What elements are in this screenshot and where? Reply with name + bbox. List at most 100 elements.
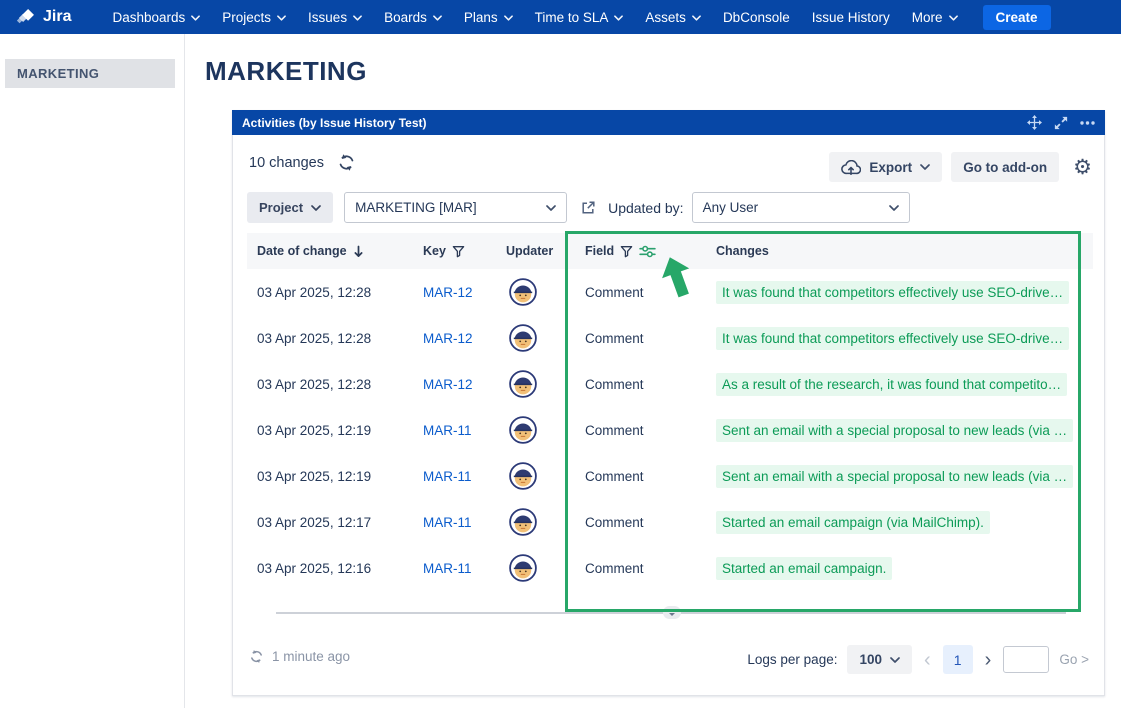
column-header-field[interactable]: Field [585, 233, 656, 269]
page-title: MARKETING [205, 56, 367, 87]
change-value-chip: Sent an email with a special proposal to… [716, 465, 1073, 488]
user-avatar[interactable] [509, 370, 537, 398]
project-select[interactable]: MARKETING [MAR] [344, 192, 567, 223]
nav-item-label: Boards [384, 10, 427, 25]
nav-item-issues[interactable]: Issues [297, 0, 373, 34]
sidebar-item-marketing[interactable]: MARKETING [5, 59, 175, 88]
open-project-external-link-icon[interactable] [580, 200, 596, 216]
table-row: 03 Apr 2025, 12:19 MAR-11 Comment [247, 453, 1093, 499]
jira-logo[interactable]: Jira [10, 7, 77, 27]
sort-descending-icon[interactable] [353, 245, 364, 258]
top-navigation: Jira Dashboards Projects Issues Boards P… [0, 0, 1121, 34]
user-avatar[interactable] [509, 278, 537, 306]
current-page-button[interactable]: 1 [943, 645, 973, 674]
chevron-down-icon [692, 15, 701, 21]
nav-item-boards[interactable]: Boards [373, 0, 453, 34]
issue-key-link[interactable]: MAR-12 [423, 269, 473, 315]
updated-by-value: Any User [703, 200, 759, 215]
user-avatar[interactable] [509, 416, 537, 444]
export-button[interactable]: Export [829, 152, 942, 182]
change-value-chip: As a result of the research, it was foun… [716, 373, 1067, 396]
cell-date: 03 Apr 2025, 12:19 [257, 453, 371, 499]
cell-changes: Started an email campaign (via MailChimp… [716, 499, 990, 545]
nav-item-more[interactable]: More [901, 0, 969, 34]
gadget-menu-icon[interactable] [1080, 121, 1095, 125]
nav-item-dbconsole[interactable]: DbConsole [712, 0, 801, 34]
nav-item-projects[interactable]: Projects [211, 0, 297, 34]
refresh-icon[interactable] [249, 649, 264, 664]
scope-selector-button[interactable]: Project [247, 192, 333, 223]
previous-page-icon[interactable]: ‹ [922, 650, 933, 670]
scope-label: Project [259, 200, 303, 215]
column-header-updater[interactable]: Updater [506, 233, 553, 269]
table-row: 03 Apr 2025, 12:17 MAR-11 Comment [247, 499, 1093, 545]
gadget-header-icons [1027, 115, 1095, 130]
goto-page-button[interactable]: Go > [1059, 652, 1089, 667]
gadget-title: Activities (by Issue History Test) [242, 116, 427, 130]
table-row: 03 Apr 2025, 12:19 MAR-11 Comment [247, 407, 1093, 453]
move-gadget-icon[interactable] [1027, 115, 1042, 130]
field-settings-sliders-icon[interactable] [639, 245, 656, 258]
updated-by-label: Updated by: [608, 200, 684, 216]
user-avatar[interactable] [509, 554, 537, 582]
issue-key-link[interactable]: MAR-12 [423, 361, 473, 407]
chevron-down-icon [277, 15, 286, 21]
user-avatar[interactable] [509, 462, 537, 490]
chevron-down-icon [890, 657, 900, 663]
table-row: 03 Apr 2025, 12:28 MAR-12 Comment [247, 361, 1093, 407]
table-resize-handle[interactable] [663, 606, 681, 619]
user-avatar[interactable] [509, 508, 537, 536]
cell-field: Comment [585, 407, 644, 453]
chevron-down-icon [433, 15, 442, 21]
table-row: 03 Apr 2025, 12:28 MAR-12 Comment [247, 269, 1093, 315]
nav-item-label: Issues [308, 10, 347, 25]
refresh-icon[interactable] [337, 153, 356, 172]
resize-down-icon [669, 613, 675, 616]
nav-item-assets[interactable]: Assets [634, 0, 712, 34]
jira-mark-icon [16, 7, 36, 27]
issue-key-link[interactable]: MAR-12 [423, 315, 473, 361]
chevron-down-icon [920, 164, 930, 170]
column-header-label: Date of change [257, 244, 347, 258]
toolbar-right: Export Go to add-on ⚙ [829, 152, 1092, 182]
user-avatar[interactable] [509, 324, 537, 352]
updated-by-select[interactable]: Any User [692, 192, 910, 223]
column-header-date[interactable]: Date of change [257, 233, 364, 269]
gear-icon[interactable]: ⚙ [1073, 157, 1092, 178]
nav-item-time-to-sla[interactable]: Time to SLA [524, 0, 635, 34]
nav-item-dashboards[interactable]: Dashboards [101, 0, 211, 34]
next-page-icon[interactable]: › [983, 650, 994, 670]
column-header-label: Updater [506, 244, 553, 258]
change-value-chip: It was found that competitors effectivel… [716, 327, 1069, 350]
table-row: 03 Apr 2025, 12:16 MAR-11 Comment [247, 545, 1093, 591]
create-button[interactable]: Create [983, 5, 1051, 30]
cell-updater [509, 545, 537, 591]
issue-key-link[interactable]: MAR-11 [423, 407, 472, 453]
column-header-key[interactable]: Key [423, 233, 465, 269]
resize-up-icon [669, 609, 675, 612]
cell-date: 03 Apr 2025, 12:28 [257, 361, 371, 407]
nav-item-issue-history[interactable]: Issue History [801, 0, 901, 34]
nav-item-plans[interactable]: Plans [453, 0, 524, 34]
filter-icon[interactable] [620, 245, 633, 258]
cell-field: Comment [585, 499, 644, 545]
sidebar-item-label: MARKETING [17, 66, 99, 81]
expand-gadget-icon[interactable] [1054, 116, 1068, 130]
cell-changes: It was found that competitors effectivel… [716, 315, 1069, 361]
column-header-label: Field [585, 244, 614, 258]
cell-field: Comment [585, 315, 644, 361]
change-value-chip: Sent an email with a special proposal to… [716, 419, 1073, 442]
logs-per-page-select[interactable]: 100 [847, 645, 912, 674]
gadget-header[interactable]: Activities (by Issue History Test) [232, 110, 1105, 135]
filter-icon[interactable] [452, 245, 465, 258]
logs-per-page-label: Logs per page: [747, 652, 837, 667]
issue-key-link[interactable]: MAR-11 [423, 453, 472, 499]
issue-key-link[interactable]: MAR-11 [423, 545, 472, 591]
cell-updater [509, 361, 537, 407]
chevron-down-icon [311, 205, 321, 211]
goto-page-input[interactable] [1003, 646, 1049, 673]
main-content: MARKETING Activities (by Issue History T… [186, 34, 1121, 708]
issue-key-link[interactable]: MAR-11 [423, 499, 472, 545]
goto-addon-button[interactable]: Go to add-on [951, 152, 1059, 182]
cell-changes: Started an email campaign. [716, 545, 892, 591]
